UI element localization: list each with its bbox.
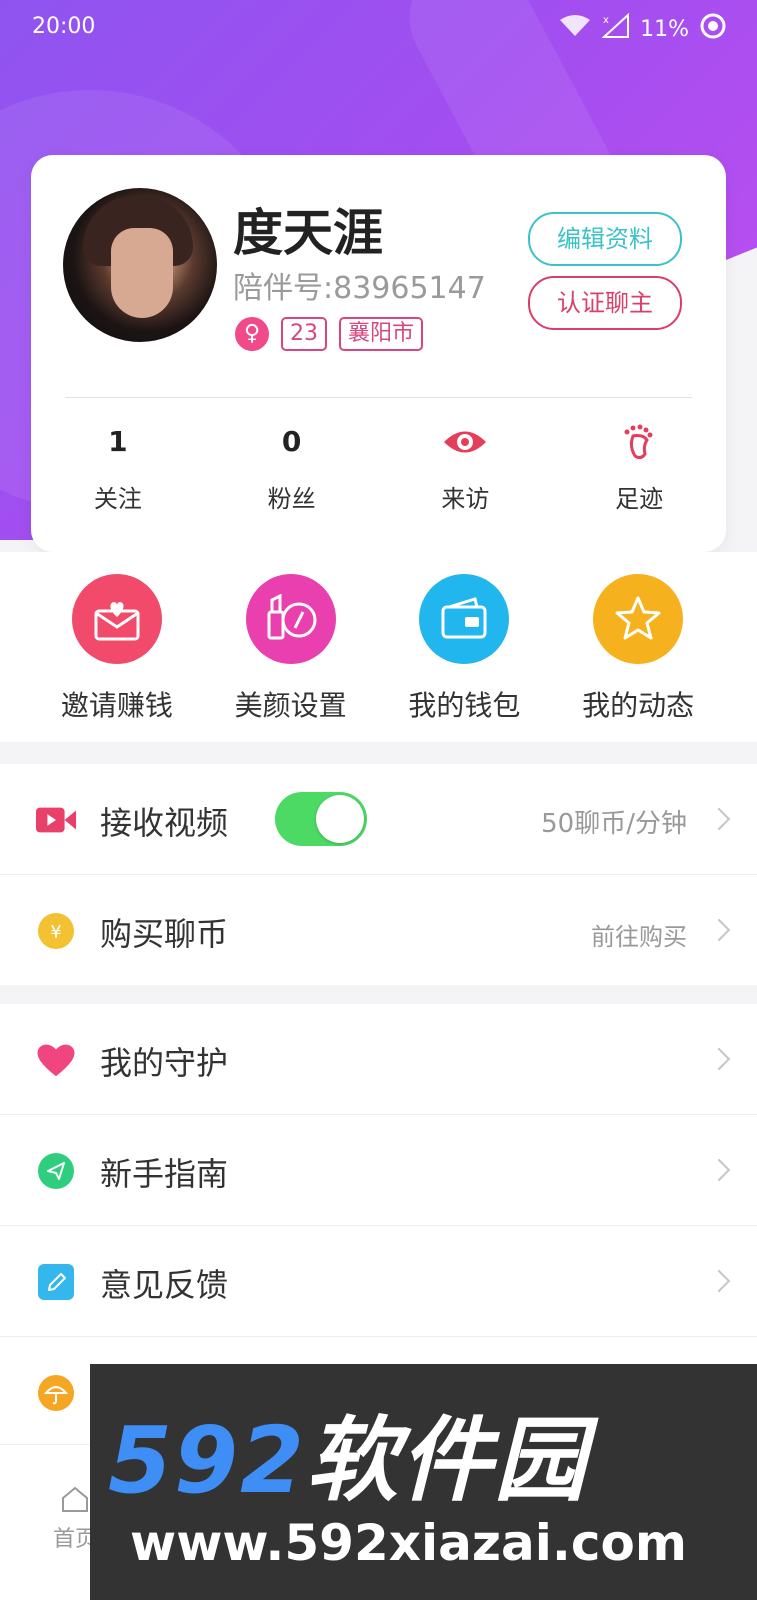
stats-row: 1 关注 0 粉丝 来访 足迹 bbox=[31, 423, 726, 514]
pencil-icon bbox=[36, 1262, 76, 1302]
watermark-url: www.592xiazai.com bbox=[130, 1514, 687, 1572]
beginner-guide-label: 新手指南 bbox=[100, 1155, 229, 1193]
stat-footprints[interactable]: 足迹 bbox=[552, 423, 726, 514]
my-wallet-label: 我的钱包 bbox=[408, 689, 521, 722]
status-bar: 20:00 x 11% bbox=[0, 0, 757, 56]
fans-count: 0 bbox=[281, 425, 302, 458]
fans-label: 粉丝 bbox=[267, 485, 316, 513]
eye-icon bbox=[379, 423, 553, 461]
star-icon bbox=[593, 574, 684, 664]
avatar[interactable] bbox=[63, 188, 217, 342]
footprint-icon bbox=[552, 423, 726, 461]
my-moments-label: 我的动态 bbox=[582, 689, 695, 722]
stat-visitors[interactable]: 来访 bbox=[379, 423, 553, 514]
my-guardian-row[interactable]: 我的守护 bbox=[0, 1004, 757, 1115]
invite-earn-label: 邀请赚钱 bbox=[60, 689, 173, 722]
my-moments-button[interactable]: 我的动态 bbox=[551, 552, 725, 742]
chevron-right-icon bbox=[707, 1269, 731, 1293]
wallet-icon bbox=[419, 574, 510, 664]
settings-group-1: 接收视频 50聊币/分钟 ¥ 购买聊币 前往购买 bbox=[0, 764, 757, 985]
age-badge: 23 bbox=[281, 317, 327, 351]
video-camera-icon bbox=[36, 800, 76, 840]
divider bbox=[65, 397, 692, 398]
buy-coins-label: 购买聊币 bbox=[100, 915, 229, 953]
invite-earn-button[interactable]: 邀请赚钱 bbox=[30, 552, 204, 742]
send-icon bbox=[36, 1151, 76, 1191]
wifi-icon bbox=[558, 14, 592, 44]
chevron-right-icon bbox=[707, 918, 731, 942]
visitors-label: 来访 bbox=[441, 485, 490, 513]
city-badge: 襄阳市 bbox=[339, 317, 424, 351]
footprints-label: 足迹 bbox=[615, 485, 664, 513]
chevron-right-icon bbox=[707, 1158, 731, 1182]
chevron-right-icon bbox=[707, 807, 731, 831]
video-price: 50聊币/分钟 bbox=[541, 809, 687, 839]
envelope-heart-icon bbox=[71, 574, 162, 664]
umbrella-icon bbox=[36, 1373, 76, 1413]
receive-video-label: 接收视频 bbox=[100, 804, 229, 842]
watermark-logo: 592软件园 bbox=[108, 1407, 589, 1514]
svg-text:¥: ¥ bbox=[50, 922, 61, 943]
status-time: 20:00 bbox=[32, 14, 96, 39]
beauty-settings-label: 美颜设置 bbox=[234, 689, 347, 722]
watermark-banner: 592软件园 www.592xiazai.com bbox=[90, 1364, 757, 1600]
receive-video-toggle[interactable] bbox=[275, 792, 367, 846]
profile-card: 度天涯 陪伴号:83965147 ♀ 23 襄阳市 编辑资料 认证聊主 1 关注… bbox=[31, 155, 726, 552]
beginner-guide-row[interactable]: 新手指南 bbox=[0, 1115, 757, 1226]
stat-fans[interactable]: 0 粉丝 bbox=[205, 423, 379, 514]
svg-text:x: x bbox=[603, 15, 609, 26]
buy-coins-link: 前往购买 bbox=[591, 923, 687, 951]
battery-icon bbox=[699, 12, 727, 46]
my-guardian-label: 我的守护 bbox=[100, 1044, 229, 1082]
user-id: 陪伴号:83965147 bbox=[233, 271, 486, 306]
quick-actions: 邀请赚钱 美颜设置 我的钱包 我的动态 bbox=[0, 552, 757, 742]
signal-icon: x bbox=[601, 12, 630, 45]
heart-icon bbox=[36, 1040, 76, 1080]
battery-level: 11% bbox=[640, 16, 689, 42]
home-icon bbox=[60, 1486, 90, 1517]
feedback-row[interactable]: 意见反馈 bbox=[0, 1226, 757, 1337]
edit-profile-button[interactable]: 编辑资料 bbox=[528, 212, 682, 266]
receive-video-row[interactable]: 接收视频 50聊币/分钟 bbox=[0, 764, 757, 875]
user-name: 度天涯 bbox=[233, 204, 383, 262]
profile-tags: ♀ 23 襄阳市 bbox=[235, 317, 424, 351]
following-label: 关注 bbox=[93, 485, 142, 513]
feedback-label: 意见反馈 bbox=[100, 1266, 229, 1304]
female-icon: ♀ bbox=[235, 317, 269, 351]
verify-host-button[interactable]: 认证聊主 bbox=[528, 276, 682, 330]
following-count: 1 bbox=[108, 425, 128, 458]
buy-coins-row[interactable]: ¥ 购买聊币 前往购买 bbox=[0, 875, 757, 985]
lipstick-icon bbox=[245, 574, 336, 664]
chevron-right-icon bbox=[707, 1047, 731, 1071]
yen-coin-icon: ¥ bbox=[36, 911, 76, 951]
stat-following[interactable]: 1 关注 bbox=[31, 423, 205, 514]
beauty-settings-button[interactable]: 美颜设置 bbox=[204, 552, 378, 742]
my-wallet-button[interactable]: 我的钱包 bbox=[378, 552, 552, 742]
